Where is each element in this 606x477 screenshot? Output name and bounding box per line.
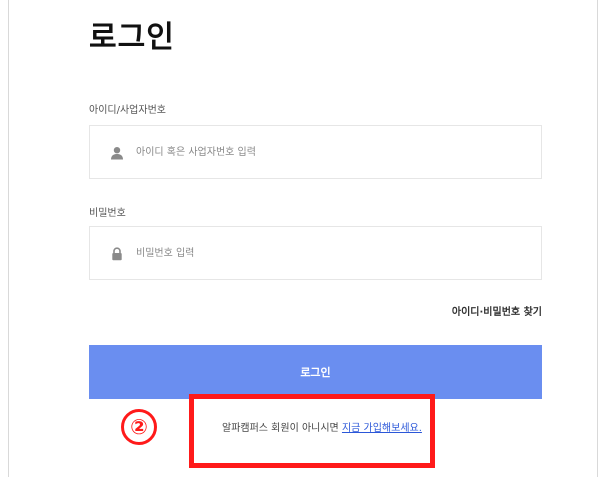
id-field[interactable]: [89, 125, 542, 179]
page-title: 로그인: [89, 20, 175, 55]
login-button[interactable]: 로그인: [89, 345, 542, 399]
lock-icon: [112, 247, 122, 261]
id-label: 아이디/사업자번호: [89, 105, 166, 116]
password-field[interactable]: [89, 226, 542, 280]
step-number-badge: ②: [121, 409, 157, 445]
annotation-highlight-box: [189, 394, 435, 468]
password-label: 비밀번호: [89, 208, 126, 219]
password-input[interactable]: [136, 227, 526, 279]
id-input[interactable]: [136, 126, 526, 178]
user-icon: [111, 147, 123, 160]
find-account-link[interactable]: 아이디·비밀번호 찾기: [452, 303, 542, 318]
